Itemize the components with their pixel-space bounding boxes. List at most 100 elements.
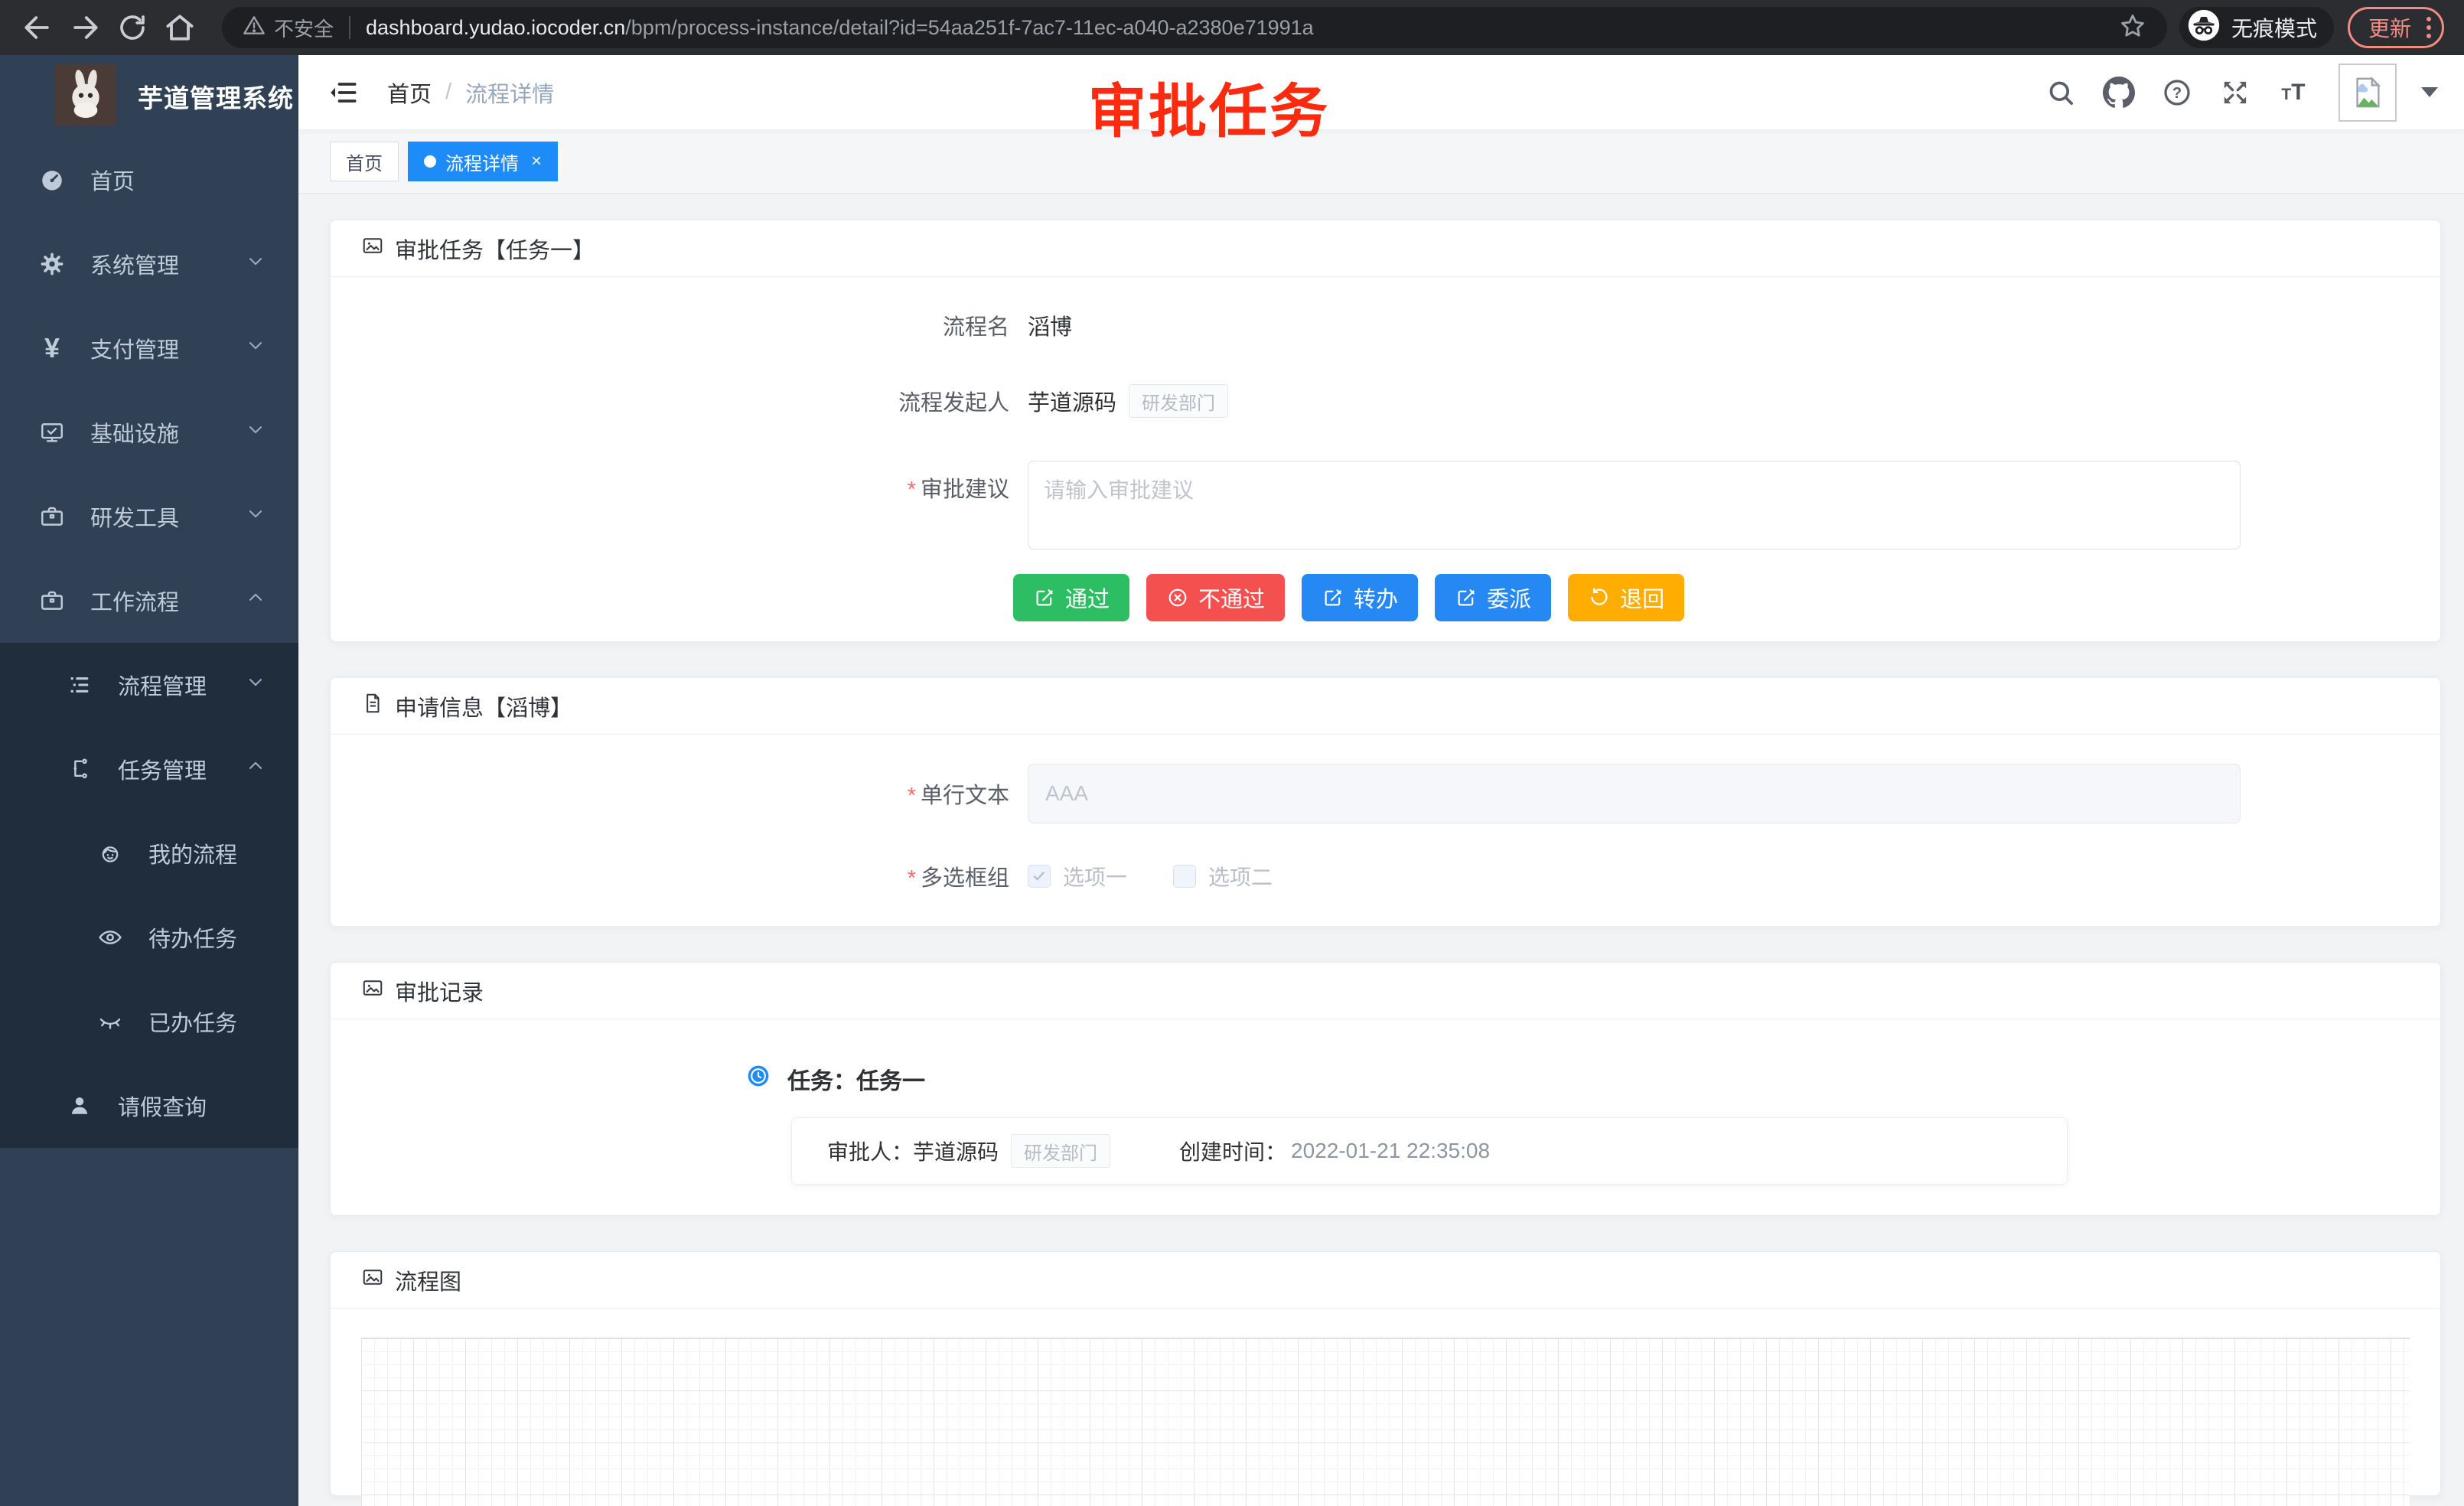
search-icon[interactable]	[2043, 75, 2078, 110]
approve-button[interactable]: 通过	[1013, 574, 1129, 621]
field-label: *审批建议	[331, 461, 1009, 504]
sidebar-item-home[interactable]: 首页	[0, 138, 298, 222]
sidebar-item-label: 待办任务	[148, 921, 237, 953]
chevron-down-icon	[245, 503, 266, 530]
gear-icon	[32, 251, 72, 277]
page-content: 审批任务【任务一】 流程名 滔博 流程发起人 芋道源码 研发部门	[298, 194, 2464, 1506]
approver-label: 审批人：	[827, 1136, 913, 1166]
sidebar-item-task-mgmt[interactable]: 任务管理	[0, 727, 298, 811]
comment-row: *审批建议	[331, 461, 2440, 549]
sidebar-item-todo-tasks[interactable]: 待办任务	[0, 895, 298, 980]
back-icon[interactable]	[20, 10, 55, 45]
face-icon	[90, 840, 130, 866]
document-icon	[361, 692, 384, 721]
sidebar-item-label: 已办任务	[148, 1006, 237, 1038]
hamburger-icon[interactable]	[326, 75, 361, 110]
sidebar-item-system[interactable]: 系统管理	[0, 222, 298, 306]
application-info-card: 申请信息【滔博】 *单行文本 *多选框组	[330, 677, 2441, 927]
close-icon[interactable]: ×	[531, 152, 542, 171]
chevron-down-icon	[245, 250, 266, 278]
active-dot	[424, 155, 436, 168]
field-label: 流程发起人	[331, 385, 1009, 417]
chevron-up-icon	[245, 587, 266, 614]
sidebar-item-workflow[interactable]: 工作流程	[0, 559, 298, 643]
tab-process-detail[interactable]: 流程详情 ×	[408, 142, 558, 181]
browser-toolbar: 不安全 dashboard.yudao.iocoder.cn/bpm/proce…	[0, 0, 2464, 55]
sidebar-item-process-mgmt[interactable]: 流程管理	[0, 643, 298, 727]
card-title: 审批任务【任务一】	[395, 233, 595, 265]
checkbox-option2: 选项二	[1173, 861, 1273, 892]
avatar[interactable]	[2339, 64, 2397, 122]
update-label: 更新	[2368, 12, 2411, 43]
caret-down-icon[interactable]	[2421, 87, 2438, 97]
checkbox-group-row: *多选框组 选项一 选项二	[331, 860, 2440, 892]
fullscreen-icon[interactable]	[2218, 75, 2253, 110]
breadcrumb-home[interactable]: 首页	[387, 77, 432, 109]
sidebar-item-my-process[interactable]: 我的流程	[0, 811, 298, 895]
field-label: 流程名	[331, 309, 1009, 341]
checkbox-option1: 选项一	[1028, 861, 1127, 892]
sidebar-item-label: 支付管理	[90, 332, 179, 364]
tab-home[interactable]: 首页	[330, 142, 399, 181]
initiator-row: 流程发起人 芋道源码 研发部门	[331, 384, 2440, 418]
comment-textarea[interactable]	[1028, 461, 2241, 549]
chevron-down-icon	[245, 419, 266, 446]
home-icon[interactable]	[162, 10, 197, 45]
checkbox-empty-icon	[1173, 865, 1196, 888]
process-diagram-card: 流程图	[330, 1251, 2441, 1496]
picture-icon	[361, 1266, 384, 1295]
incognito-badge: 无痕模式	[2179, 7, 2334, 48]
workflow-submenu: 流程管理 任务管理 我的流程	[0, 643, 298, 1148]
process-name-row: 流程名 滔博	[331, 309, 2440, 341]
sidebar-item-done-tasks[interactable]: 已办任务	[0, 980, 298, 1064]
forward-icon[interactable]	[67, 10, 103, 45]
url-domain: dashboard.yudao.iocoder.cn	[366, 16, 625, 39]
bookmark-star-icon[interactable]	[2118, 11, 2147, 44]
clock-icon	[746, 1064, 771, 1094]
tab-label: 首页	[346, 148, 383, 175]
created-label: 创建时间：	[1179, 1136, 1286, 1166]
url-divider	[349, 16, 350, 39]
browser-update-button[interactable]: 更新	[2348, 7, 2444, 48]
browser-menu-icon[interactable]	[2427, 17, 2431, 38]
process-name-value: 滔博	[1028, 309, 1072, 341]
return-button[interactable]: 退回	[1568, 574, 1684, 621]
warning-icon	[242, 13, 266, 43]
help-icon[interactable]: ?	[2159, 75, 2195, 110]
screen: 不安全 dashboard.yudao.iocoder.cn/bpm/proce…	[0, 0, 2464, 1506]
sidebar-item-label: 我的流程	[148, 837, 237, 869]
tree-list-icon	[60, 672, 99, 698]
dept-tag: 研发部门	[1011, 1134, 1110, 1168]
sidebar-item-label: 系统管理	[90, 248, 179, 280]
card-header: 流程图	[331, 1252, 2440, 1309]
tab-label: 流程详情	[445, 148, 519, 175]
url-path: /bpm/process-instance/detail?id=54aa251f…	[625, 16, 1313, 39]
chevron-down-icon	[245, 671, 266, 699]
delegate-button[interactable]: 委派	[1435, 574, 1551, 621]
field-label: *多选框组	[331, 860, 1009, 892]
github-icon[interactable]	[2101, 75, 2136, 110]
sidebar-item-infra[interactable]: 基础设施	[0, 390, 298, 474]
sidebar-item-label: 流程管理	[118, 669, 207, 701]
annotation-text: 审批任务	[1088, 64, 1330, 148]
breadcrumb-current: 流程详情	[465, 77, 554, 109]
chevron-down-icon	[245, 334, 266, 362]
timeline-task: 任务：任务一	[331, 1019, 2440, 1096]
sidebar-item-leave-query[interactable]: 请假查询	[0, 1064, 298, 1148]
card-title: 审批记录	[395, 975, 484, 1007]
reload-icon[interactable]	[115, 10, 150, 45]
record-detail-card: 审批人： 芋道源码 研发部门 创建时间： 2022-01-21 22:35:08	[791, 1117, 2068, 1185]
url-bar[interactable]: 不安全 dashboard.yudao.iocoder.cn/bpm/proce…	[222, 7, 2167, 48]
card-header: 申请信息【滔博】	[331, 678, 2440, 735]
bpmn-canvas[interactable]	[361, 1338, 2410, 1506]
transfer-button[interactable]: 转办	[1302, 574, 1418, 621]
sidebar-item-devtools[interactable]: 研发工具	[0, 474, 298, 559]
font-size-icon[interactable]: TT	[2276, 75, 2311, 110]
dept-tag: 研发部门	[1129, 384, 1228, 418]
initiator-value: 芋道源码 研发部门	[1028, 384, 1228, 418]
sidebar-item-payment[interactable]: ¥ 支付管理	[0, 306, 298, 390]
breadcrumb: 首页 / 流程详情	[387, 77, 554, 109]
reject-button[interactable]: 不通过	[1146, 574, 1285, 621]
single-text-row: *单行文本	[331, 764, 2440, 823]
briefcase-icon	[32, 588, 72, 614]
